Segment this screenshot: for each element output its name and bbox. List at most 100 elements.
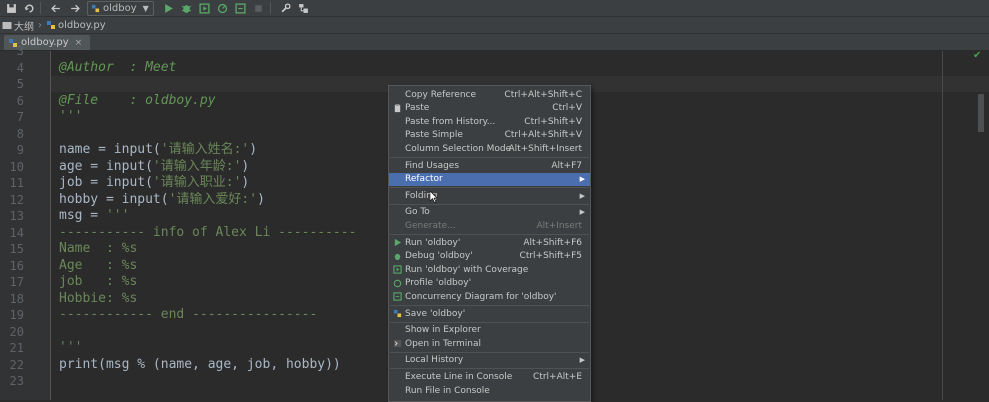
line-number: 17 xyxy=(9,275,24,289)
concurrency-icon[interactable] xyxy=(234,1,248,15)
line-number: 12 xyxy=(9,192,24,207)
menu-item-run-oldboy-with-coverage[interactable]: Run 'oldboy' with Coverage xyxy=(389,263,590,276)
menu-item-shortcut: Ctrl+Alt+Shift+C xyxy=(504,89,582,100)
run-configuration-label: oldboy xyxy=(103,2,137,14)
structure-icon[interactable] xyxy=(297,1,311,15)
menu-item-label: Run 'oldboy' xyxy=(405,237,461,248)
menu-item-shortcut: Alt+Insert xyxy=(536,220,582,231)
menu-item-shortcut: Ctrl+Shift+F5 xyxy=(519,251,582,262)
menu-item-column-selection-mode[interactable]: Column Selection Mode Alt+Shift+Insert xyxy=(389,142,590,155)
run-configuration-dropdown[interactable]: oldboy ▼ xyxy=(87,0,154,16)
menu-separator xyxy=(390,203,589,205)
menu-item-label: Generate... xyxy=(405,220,456,231)
forward-icon[interactable] xyxy=(67,1,81,15)
menu-item-save-oldboy[interactable]: Save 'oldboy' xyxy=(389,307,590,320)
menu-item-paste-simple[interactable]: Paste Simple Ctrl+Alt+Shift+V xyxy=(389,129,590,142)
menu-item-shortcut: Ctrl+V xyxy=(552,103,582,114)
menu-item-run-file-in-console[interactable]: Run File in Console xyxy=(389,384,590,397)
line-number: 6 xyxy=(16,93,24,108)
coverage-icon xyxy=(392,265,402,275)
project-breadcrumb[interactable]: 大纲 xyxy=(2,18,34,33)
line-number: 18 xyxy=(9,291,24,306)
menu-item-label: Refactor xyxy=(405,174,443,185)
menu-item-refactor[interactable]: Refactor ▶ xyxy=(389,172,590,186)
code-segment: ) xyxy=(249,142,258,157)
menu-item-debug-oldboy[interactable]: Debug 'oldboy' Ctrl+Shift+F5 xyxy=(389,250,590,263)
menu-item-run-oldboy[interactable]: Run 'oldboy' Alt+Shift+F6 xyxy=(389,236,590,249)
menu-item-generate: Generate... Alt+Insert xyxy=(389,219,590,232)
code-text: @File : oldboy.py xyxy=(59,92,216,108)
toolbar-separator xyxy=(40,2,41,14)
menu-item-label: Save 'oldboy' xyxy=(405,308,466,319)
settings-wrench-icon[interactable] xyxy=(279,1,293,15)
chevron-down-icon: ▼ xyxy=(142,3,149,13)
line-number: 9 xyxy=(16,143,24,157)
code-text: name = input('请输入姓名:') xyxy=(59,142,257,158)
line-number: 16 xyxy=(9,258,24,273)
menu-item-label: Paste xyxy=(405,103,430,114)
code-text: Age : %s xyxy=(59,257,138,273)
menu-separator xyxy=(390,321,589,323)
code-text: hobby = input('请输入爱好:') xyxy=(59,192,265,208)
menu-item-local-history[interactable]: Local History ▶ xyxy=(389,354,590,367)
file-breadcrumb[interactable]: oldboy.py xyxy=(46,20,106,31)
menu-item-label: Column Selection Mode xyxy=(405,143,512,154)
line-number: 21 xyxy=(9,341,24,355)
line-number: 8 xyxy=(16,126,24,141)
menu-separator xyxy=(390,305,589,306)
menu-item-paste[interactable]: Paste Ctrl+V xyxy=(389,102,590,115)
mouse-cursor-icon xyxy=(429,190,438,203)
editor-context-menu: Copy Reference Ctrl+Alt+Shift+C Paste Ctrl+… xyxy=(388,85,591,402)
profile-icon[interactable] xyxy=(216,1,230,15)
line-number: 15 xyxy=(9,242,24,256)
tab-label: oldboy.py xyxy=(21,37,69,48)
code-segment: age = input( xyxy=(59,158,153,174)
sync-icon[interactable] xyxy=(22,1,36,15)
line-number: 4 xyxy=(16,60,24,75)
string-literal: '请输入职业:' xyxy=(152,175,242,190)
menu-item-label: Run 'oldboy' with Coverage xyxy=(405,264,529,275)
line-number: 13 xyxy=(9,209,24,223)
menu-item-paste-from-history[interactable]: Paste from History... Ctrl+Shift+V xyxy=(389,115,590,128)
menu-item-go-to[interactable]: Go To ▶ xyxy=(389,206,590,219)
code-text: ----------- info of Alex Li ---------- xyxy=(59,224,357,240)
menu-item-profile-oldboy[interactable]: Profile 'oldboy' xyxy=(389,277,590,290)
save-icon[interactable] xyxy=(4,1,18,15)
close-icon[interactable]: × xyxy=(75,38,83,48)
menu-separator xyxy=(390,234,589,235)
menu-item-execute-line-in-console[interactable]: Execute Line in Console Ctrl+Alt+E xyxy=(389,370,590,383)
editor-tabs: oldboy.py × xyxy=(0,34,989,51)
menu-item-show-in-explorer[interactable]: Show in Explorer xyxy=(389,324,590,337)
menu-item-shortcut: Ctrl+Alt+Shift+V xyxy=(504,130,582,141)
menu-item-folding[interactable]: Folding ▶ xyxy=(389,189,590,202)
back-icon[interactable] xyxy=(49,1,63,15)
code-text: ''' xyxy=(59,109,83,124)
coverage-icon[interactable] xyxy=(198,1,212,15)
menu-item-label: Show in Explorer xyxy=(405,325,481,336)
main-toolbar: oldboy ▼ xyxy=(0,0,989,17)
debug-icon[interactable] xyxy=(180,1,194,15)
menu-item-concurrency-diagram-for-oldboy[interactable]: Concurrency Diagram for 'oldboy' xyxy=(389,290,590,303)
code-text: print(msg % (name, age, job, hobby)) xyxy=(59,356,341,372)
menu-item-label: Execute Line in Console xyxy=(405,371,513,382)
menu-item-copy-reference[interactable]: Copy Reference Ctrl+Alt+Shift+C xyxy=(389,88,590,101)
code-text: age = input('请输入年龄:') xyxy=(59,159,249,175)
menu-item-open-in-terminal[interactable]: Open in Terminal xyxy=(389,337,590,350)
project-label: 大纲 xyxy=(14,21,34,33)
stop-icon[interactable] xyxy=(252,1,266,15)
menu-separator xyxy=(390,157,589,158)
menu-item-label: Paste Simple xyxy=(405,130,463,141)
editor-scrollbar-thumb[interactable] xyxy=(978,94,984,132)
breadcrumb-separator: › xyxy=(38,19,42,31)
menu-item-find-usages[interactable]: Find Usages Alt+F7 xyxy=(389,159,590,172)
run-icon xyxy=(392,238,402,248)
string-literal: '请输入姓名:' xyxy=(160,142,250,157)
run-icon[interactable] xyxy=(162,1,176,15)
submenu-arrow-icon: ▶ xyxy=(579,356,585,365)
code-segment: job = input( xyxy=(59,175,153,190)
menu-item-label: Go To xyxy=(405,207,430,218)
menu-separator xyxy=(390,351,589,353)
python-icon xyxy=(91,4,100,12)
line-number: 19 xyxy=(9,308,24,322)
menu-item-shortcut: Alt+F7 xyxy=(551,160,582,171)
